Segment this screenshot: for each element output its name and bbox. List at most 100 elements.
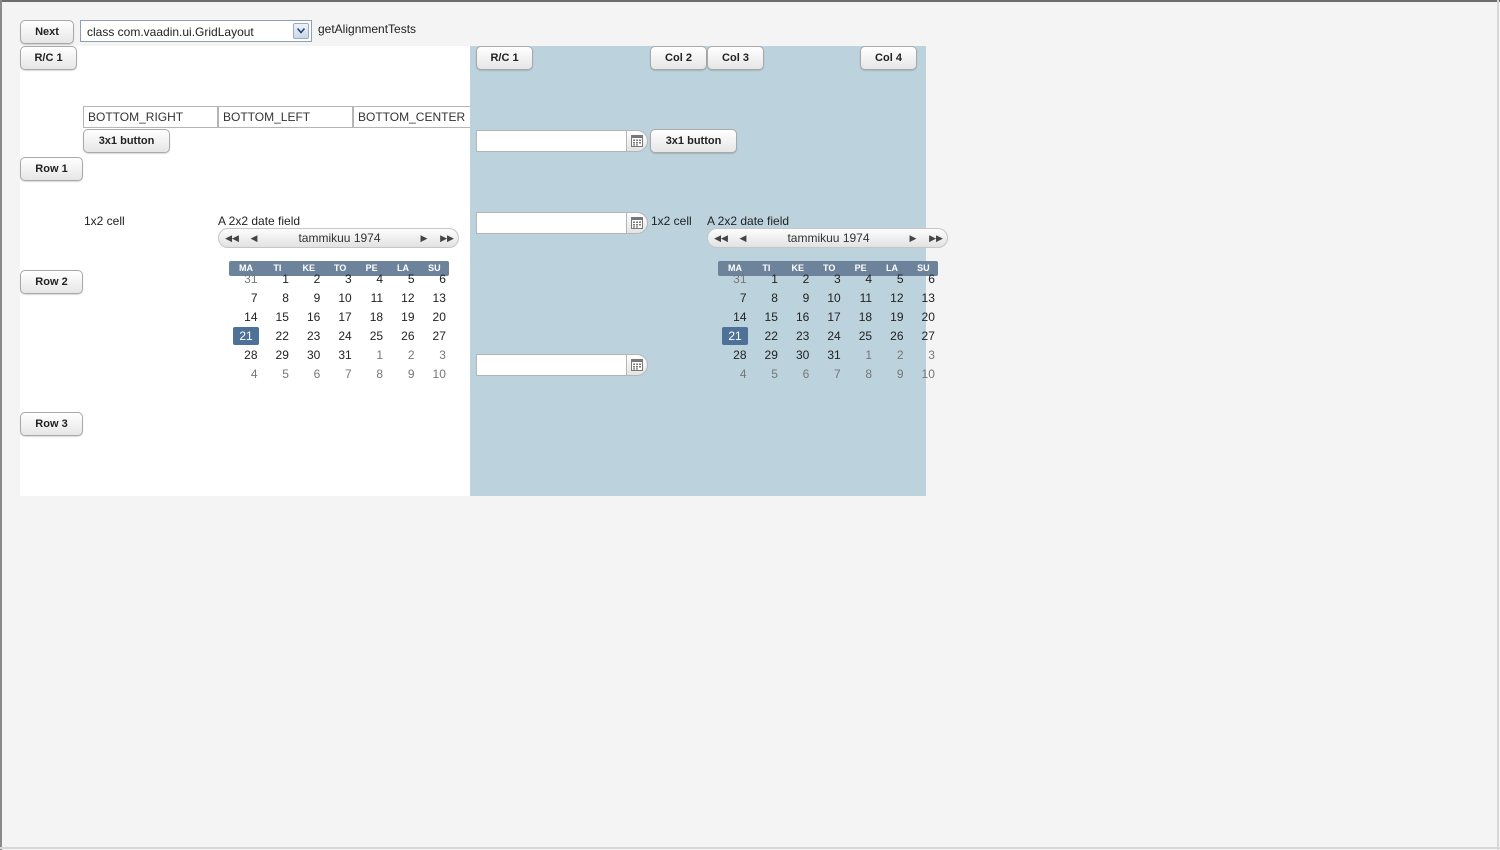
calendar-day[interactable]: 11 [844, 289, 872, 307]
calendar-day[interactable]: 9 [876, 365, 904, 383]
right-rc1-button[interactable]: R/C 1 [476, 46, 533, 70]
calendar-day[interactable]: 4 [719, 365, 747, 383]
calendar-day[interactable]: 23 [781, 327, 809, 345]
next-month-icon[interactable]: ▶ [902, 229, 924, 247]
left-row3-button[interactable]: Row 3 [20, 412, 83, 436]
calendar-day[interactable]: 22 [750, 327, 778, 345]
calendar-day[interactable]: 5 [876, 270, 904, 288]
chevron-down-icon[interactable] [293, 23, 309, 39]
calendar-day[interactable]: 9 [292, 289, 321, 307]
calendar-day[interactable]: 5 [387, 270, 415, 288]
calendar-day[interactable]: 4 [844, 270, 872, 288]
calendar-day[interactable]: 29 [750, 346, 778, 364]
calendar-day[interactable]: 12 [876, 289, 903, 307]
left-3x1-button[interactable]: 3x1 button [83, 129, 170, 153]
calendar-day[interactable]: 14 [719, 308, 746, 326]
calendar-day[interactable]: 5 [750, 365, 778, 383]
calendar-day[interactable]: 30 [781, 346, 809, 364]
calendar-day[interactable]: 19 [876, 308, 903, 326]
calendar-day[interactable]: 31 [813, 346, 840, 364]
calendar-day[interactable]: 6 [781, 365, 810, 383]
col4-button[interactable]: Col 4 [860, 46, 917, 70]
calendar-day[interactable]: 25 [355, 327, 383, 345]
calendar-day[interactable]: 13 [907, 289, 935, 307]
calendar-day[interactable]: 27 [907, 327, 935, 345]
calendar-day[interactable]: 1 [261, 270, 289, 288]
date-field-2-input[interactable] [476, 212, 628, 234]
left-rc1-button[interactable]: R/C 1 [20, 46, 77, 70]
calendar-day[interactable]: 27 [418, 327, 446, 345]
calendar-day[interactable]: 9 [387, 365, 415, 383]
left-row2-button[interactable]: Row 2 [20, 270, 83, 294]
calendar-day[interactable]: 30 [292, 346, 320, 364]
next-year-icon[interactable]: ▶▶ [436, 229, 458, 247]
calendar-day[interactable]: 2 [781, 270, 810, 288]
calendar-day[interactable]: 17 [324, 308, 351, 326]
calendar-day[interactable]: 31 [719, 270, 746, 288]
calendar-day[interactable]: 17 [813, 308, 840, 326]
calendar-day[interactable]: 9 [781, 289, 810, 307]
prev-year-icon[interactable]: ◀◀ [710, 229, 732, 247]
calendar-day[interactable]: 7 [813, 365, 841, 383]
date-field-3[interactable] [476, 354, 650, 376]
calendar-day[interactable]: 29 [261, 346, 289, 364]
right-3x1-button[interactable]: 3x1 button [650, 129, 737, 153]
calendar-day[interactable]: 6 [292, 365, 321, 383]
calendar-day[interactable]: 7 [230, 289, 258, 307]
date-field-2[interactable] [476, 212, 650, 234]
calendar-day[interactable]: 26 [876, 327, 903, 345]
calendar-day[interactable]: 4 [230, 365, 258, 383]
calendar-day[interactable]: 2 [292, 270, 321, 288]
calendar-day[interactable]: 14 [230, 308, 257, 326]
calendar-day[interactable]: 7 [719, 289, 747, 307]
calendar-day[interactable]: 31 [324, 346, 351, 364]
calendar-day[interactable]: 20 [907, 308, 935, 326]
prev-year-icon[interactable]: ◀◀ [221, 229, 243, 247]
class-select[interactable]: class com.vaadin.ui.GridLayout [80, 20, 312, 42]
calendar-day[interactable]: 20 [418, 308, 446, 326]
calendar-day[interactable]: 24 [813, 327, 840, 345]
calendar-day[interactable]: 8 [261, 289, 289, 307]
calendar-day[interactable]: 21 [722, 327, 748, 345]
calendar-day[interactable]: 28 [230, 346, 257, 364]
calendar-day[interactable]: 25 [844, 327, 872, 345]
calendar-day[interactable]: 13 [418, 289, 446, 307]
calendar-day[interactable]: 2 [387, 346, 415, 364]
calendar-day[interactable]: 7 [324, 365, 352, 383]
left-row1-button[interactable]: Row 1 [20, 157, 83, 181]
calendar-icon[interactable] [626, 354, 648, 376]
bottom-right-field[interactable]: BOTTOM_RIGHT [83, 106, 218, 128]
prev-month-icon[interactable]: ◀ [732, 229, 754, 247]
calendar-day[interactable]: 6 [418, 270, 446, 288]
calendar-day[interactable]: 3 [418, 346, 446, 364]
calendar-day[interactable]: 21 [233, 327, 259, 345]
calendar-day[interactable]: 8 [355, 365, 383, 383]
calendar-day[interactable]: 11 [355, 289, 383, 307]
calendar-day[interactable]: 3 [324, 270, 352, 288]
bottom-left-field[interactable]: BOTTOM_LEFT [218, 106, 353, 128]
calendar-day[interactable]: 8 [750, 289, 778, 307]
calendar-icon[interactable] [626, 212, 648, 234]
calendar-day[interactable]: 1 [844, 346, 872, 364]
prev-month-icon[interactable]: ◀ [243, 229, 265, 247]
calendar-day[interactable]: 6 [907, 270, 935, 288]
calendar-day[interactable]: 16 [292, 308, 320, 326]
calendar-day[interactable]: 3 [813, 270, 841, 288]
calendar-day[interactable]: 16 [781, 308, 809, 326]
calendar-day[interactable]: 22 [261, 327, 289, 345]
calendar-day[interactable]: 3 [907, 346, 935, 364]
date-field-1-input[interactable] [476, 130, 628, 152]
calendar-day[interactable]: 8 [844, 365, 872, 383]
col2-button[interactable]: Col 2 [650, 46, 707, 70]
calendar-icon[interactable] [626, 130, 648, 152]
calendar-day[interactable]: 5 [261, 365, 289, 383]
calendar-day[interactable]: 15 [750, 308, 778, 326]
next-button[interactable]: Next [20, 20, 74, 44]
calendar-day[interactable]: 31 [230, 270, 257, 288]
next-year-icon[interactable]: ▶▶ [925, 229, 947, 247]
col3-button[interactable]: Col 3 [707, 46, 764, 70]
calendar-day[interactable]: 1 [750, 270, 778, 288]
calendar-day[interactable]: 10 [418, 365, 446, 383]
calendar-day[interactable]: 19 [387, 308, 414, 326]
calendar-day[interactable]: 4 [355, 270, 383, 288]
